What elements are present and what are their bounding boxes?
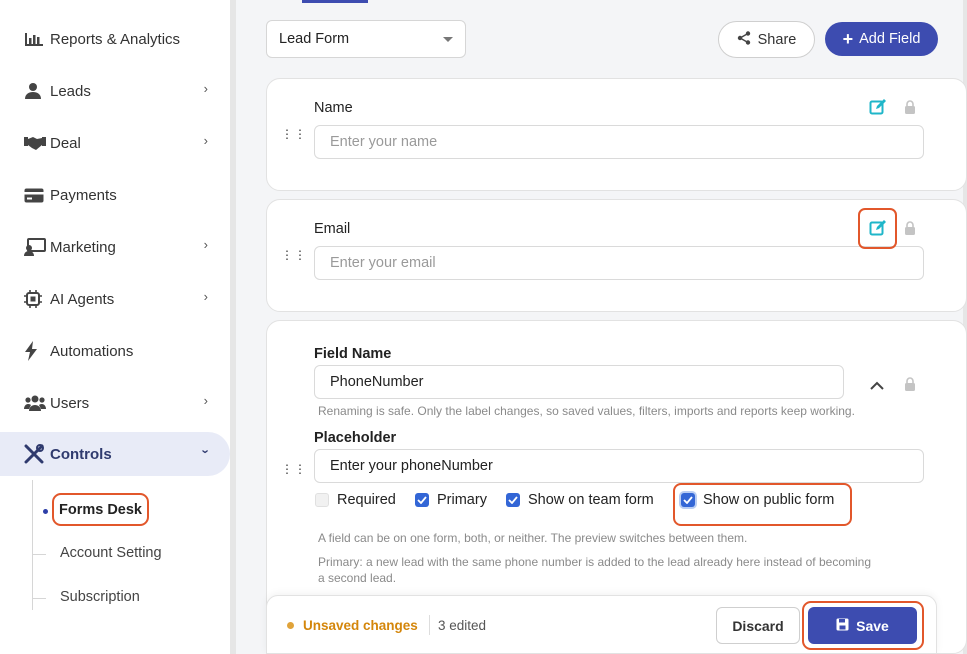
- chevron-down-icon: ›: [198, 449, 214, 454]
- divider: [429, 615, 430, 635]
- field-name-input[interactable]: PhoneNumber: [314, 365, 844, 399]
- field-label: Email: [314, 221, 351, 237]
- primary-hint-cont: a second lead.: [318, 571, 397, 585]
- sidebar: Reports & Analytics Leads › Deal › Payme…: [0, 0, 232, 654]
- bolt-icon: [24, 341, 46, 361]
- submenu-connector: [32, 598, 46, 599]
- save-label: Save: [856, 617, 889, 634]
- plus-icon: +: [842, 29, 854, 49]
- primary-checkbox[interactable]: Primary: [415, 492, 487, 508]
- presentation-icon: [24, 237, 46, 257]
- sidebar-item-label: Leads: [50, 82, 91, 100]
- bar-chart-icon: [24, 29, 46, 49]
- primary-hint: Primary: a new lead with the same phone …: [318, 555, 871, 569]
- users-icon: [24, 393, 46, 413]
- form-select[interactable]: Lead Form: [266, 20, 466, 58]
- lock-icon: [904, 221, 916, 235]
- checkbox-unchecked-icon: [315, 493, 329, 507]
- checkbox-label: Show on team form: [528, 492, 654, 508]
- submenu-item-forms-desk[interactable]: Forms Desk: [52, 493, 149, 526]
- discard-label: Discard: [732, 617, 784, 634]
- drag-handle-icon[interactable]: ⋮⋮: [281, 249, 307, 261]
- email-field[interactable]: Enter your email: [314, 246, 924, 280]
- sidebar-item-reports[interactable]: Reports & Analytics: [0, 17, 230, 61]
- share-label: Share: [757, 31, 797, 48]
- caret-down-icon: [443, 37, 453, 42]
- sidebar-item-marketing[interactable]: Marketing ›: [0, 225, 230, 269]
- sidebar-item-deal[interactable]: Deal ›: [0, 121, 230, 165]
- chevron-right-icon: ›: [203, 133, 208, 148]
- chevron-right-icon: ›: [203, 81, 208, 96]
- sidebar-item-label: Users: [50, 394, 90, 412]
- drag-handle-icon[interactable]: ⋮⋮: [281, 463, 307, 475]
- placeholder-input[interactable]: Enter your phoneNumber: [314, 449, 924, 483]
- sidebar-item-label: AI Agents: [50, 290, 115, 308]
- sidebar-item-automations[interactable]: Automations: [0, 329, 230, 373]
- discard-button[interactable]: Discard: [716, 607, 800, 644]
- field-name-label: Field Name: [314, 346, 392, 362]
- forms-hint: A field can be on one form, both, or nei…: [318, 531, 748, 545]
- status-dot: [287, 622, 294, 629]
- submenu-item-subscription[interactable]: Subscription: [60, 589, 140, 605]
- chevron-right-icon: ›: [203, 237, 208, 252]
- checkbox-label: Required: [337, 492, 396, 508]
- checkbox-checked-icon: [681, 493, 695, 507]
- checkbox-label: Primary: [437, 492, 487, 508]
- credit-card-icon: [24, 185, 46, 205]
- sidebar-item-label: Payments: [50, 186, 117, 204]
- team-form-checkbox[interactable]: Show on team form: [506, 492, 654, 508]
- edit-icon[interactable]: [869, 98, 887, 116]
- chevron-right-icon: ›: [203, 289, 208, 304]
- checkbox-checked-icon: [506, 493, 520, 507]
- form-select-value: Lead Form: [279, 31, 350, 47]
- chevron-right-icon: ›: [203, 393, 208, 408]
- add-field-label: Add Field: [859, 31, 921, 47]
- submenu-item-account-setting[interactable]: Account Setting: [60, 545, 162, 561]
- checkbox-label: Show on public form: [703, 492, 835, 508]
- public-form-checkbox[interactable]: Show on public form: [681, 492, 834, 508]
- sidebar-item-ai-agents[interactable]: AI Agents ›: [0, 277, 230, 321]
- share-button[interactable]: Share: [718, 21, 815, 58]
- unsaved-label: Unsaved changes: [303, 618, 418, 633]
- add-field-button[interactable]: + Add Field: [825, 22, 938, 56]
- lock-icon: [904, 100, 916, 114]
- sidebar-item-label: Reports & Analytics: [50, 30, 181, 48]
- lock-icon: [904, 377, 916, 391]
- sidebar-item-label: Controls: [50, 445, 112, 463]
- drag-handle-icon[interactable]: ⋮⋮: [281, 128, 307, 140]
- required-checkbox[interactable]: Required: [315, 492, 396, 508]
- edit-icon[interactable]: [869, 219, 887, 237]
- tools-icon: [24, 444, 46, 464]
- chevron-up-icon[interactable]: [870, 378, 884, 396]
- placeholder-label: Placeholder: [314, 430, 397, 446]
- active-tab-indicator: [302, 0, 368, 3]
- save-button[interactable]: Save: [808, 607, 917, 644]
- sidebar-item-label: Marketing: [50, 238, 116, 256]
- checkbox-checked-icon: [415, 493, 429, 507]
- unsaved-indicator: Unsaved changes: [287, 618, 418, 633]
- sidebar-item-label: Automations: [50, 342, 134, 360]
- field-label: Name: [314, 100, 353, 116]
- submenu-label: Forms Desk: [58, 501, 142, 518]
- sidebar-item-payments[interactable]: Payments: [0, 173, 230, 217]
- sidebar-item-label: Deal: [50, 134, 81, 152]
- sidebar-item-leads[interactable]: Leads ›: [0, 69, 230, 113]
- handshake-icon: [24, 133, 46, 153]
- person-icon: [24, 81, 46, 101]
- rename-hint: Renaming is safe. Only the label changes…: [318, 404, 855, 418]
- submenu-line: [32, 480, 33, 610]
- share-icon: [737, 30, 751, 49]
- floppy-icon: [836, 618, 849, 634]
- edited-count: 3 edited: [438, 618, 487, 633]
- submenu-connector: [32, 554, 46, 555]
- sidebar-item-controls[interactable]: Controls ›: [0, 432, 230, 476]
- active-dot: [43, 509, 48, 514]
- name-field[interactable]: Enter your name: [314, 125, 924, 159]
- chip-icon: [24, 289, 46, 309]
- sidebar-item-users[interactable]: Users ›: [0, 381, 230, 425]
